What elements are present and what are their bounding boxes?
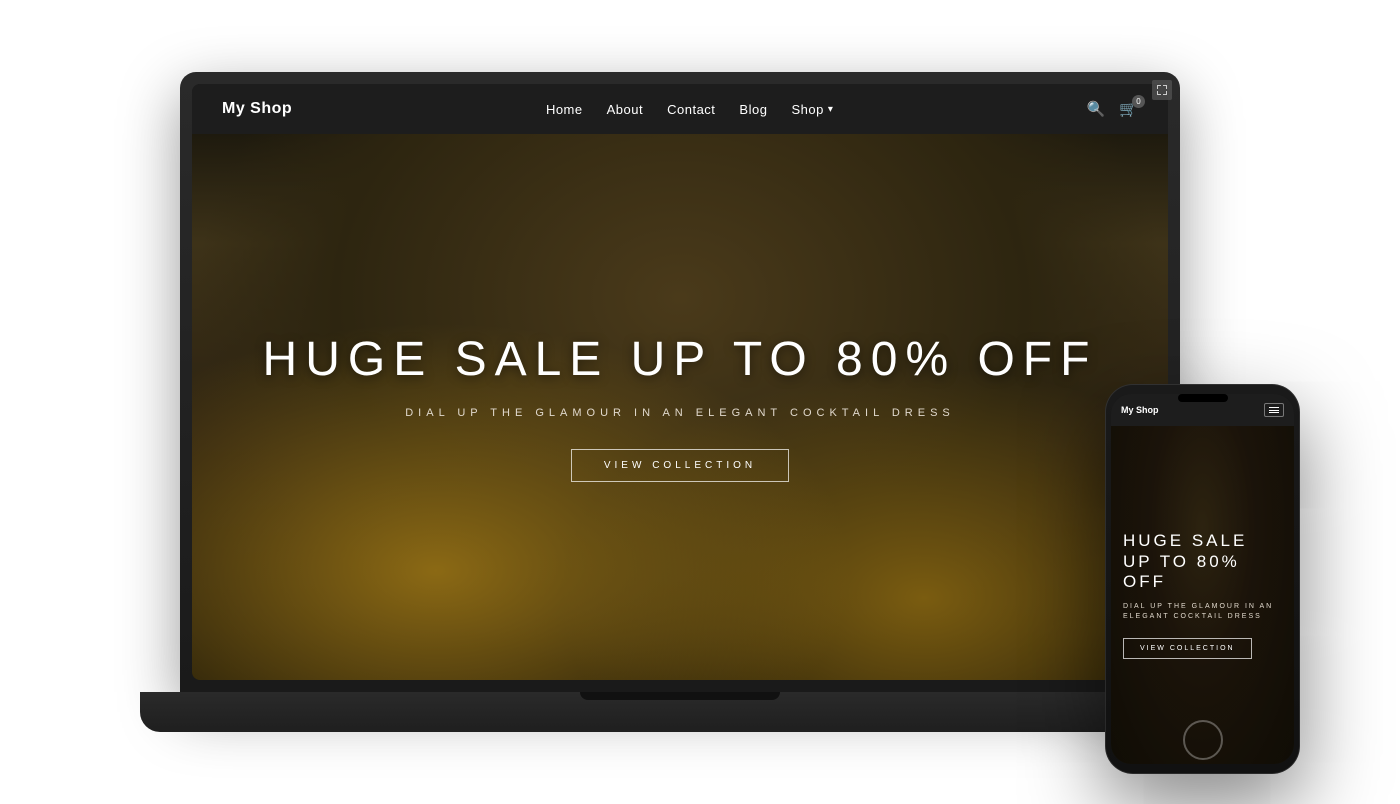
view-collection-button[interactable]: VIEW COLLECTION [571,449,789,482]
phone-screen: My Shop HUGE SALE UP TO 80% OFF DIAL UP … [1111,394,1294,764]
fullscreen-icon[interactable] [1152,80,1172,100]
site-hero: HUGE SALE UP TO 80% OFF DIAL UP THE GLAM… [192,134,1168,680]
website-mobile: My Shop HUGE SALE UP TO 80% OFF DIAL UP … [1111,394,1294,764]
search-icon[interactable]: 🔍 [1087,100,1106,118]
website-desktop: My Shop Home About Contact Blog Shop ▾ [192,84,1168,680]
phone-site-logo[interactable]: My Shop [1121,405,1159,415]
nav-blog[interactable]: Blog [739,102,767,117]
laptop-device: My Shop Home About Contact Blog Shop ▾ [180,72,1180,732]
site-header: My Shop Home About Contact Blog Shop ▾ [192,84,1168,134]
laptop-screen: My Shop Home About Contact Blog Shop ▾ [192,84,1168,680]
hero-title: HUGE SALE UP TO 80% OFF [263,332,1098,387]
hero-content: HUGE SALE UP TO 80% OFF DIAL UP THE GLAM… [263,332,1098,482]
phone-hero-subtitle: DIAL UP THE GLAMOUR IN AN ELEGANT COCKTA… [1123,602,1282,622]
hamburger-line-2 [1269,410,1279,411]
nav-home[interactable]: Home [546,102,583,117]
hamburger-line-1 [1269,407,1279,408]
nav-contact[interactable]: Contact [667,102,715,117]
nav-shop-label: Shop [791,102,823,117]
phone-hero: HUGE SALE UP TO 80% OFF DIAL UP THE GLAM… [1111,426,1294,764]
phone-hero-title: HUGE SALE UP TO 80% OFF [1123,531,1282,592]
phone-home-button[interactable] [1183,720,1223,760]
hamburger-line-3 [1269,412,1279,413]
nav-shop[interactable]: Shop ▾ [791,102,832,117]
scene: My Shop Home About Contact Blog Shop ▾ [0,0,1400,804]
cart-count: 0 [1132,95,1145,108]
phone-notch [1178,394,1228,402]
nav-about[interactable]: About [607,102,643,117]
laptop-base [140,692,1220,732]
phone-hero-content: HUGE SALE UP TO 80% OFF DIAL UP THE GLAM… [1111,516,1294,674]
phone-view-collection-button[interactable]: VIEW COLLECTION [1123,638,1252,659]
site-logo[interactable]: My Shop [222,100,292,118]
laptop-body: My Shop Home About Contact Blog Shop ▾ [180,72,1180,692]
cart-icon[interactable]: 🛒 0 [1119,100,1138,119]
nav-icons: 🔍 🛒 0 [1087,100,1138,119]
hamburger-menu-icon[interactable] [1264,403,1284,417]
chevron-down-icon: ▾ [828,104,833,115]
site-nav: Home About Contact Blog Shop ▾ [546,102,833,117]
phone-device: My Shop HUGE SALE UP TO 80% OFF DIAL UP … [1105,384,1300,774]
hero-subtitle: DIAL UP THE GLAMOUR IN AN ELEGANT COCKTA… [263,407,1098,419]
